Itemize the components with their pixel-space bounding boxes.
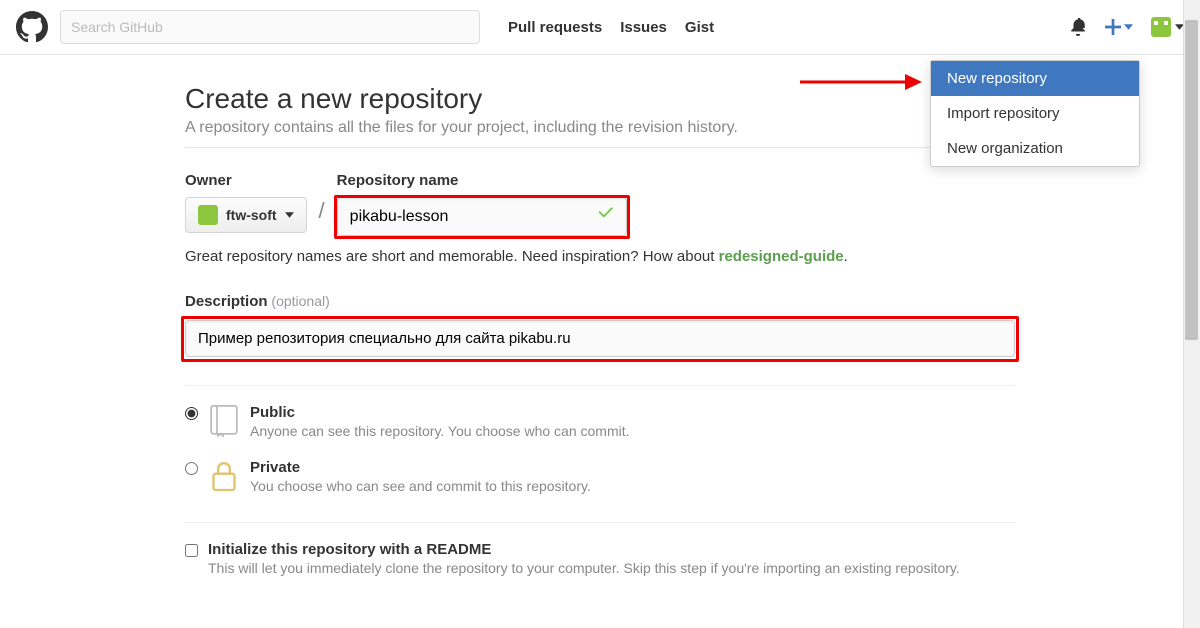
user-avatar-menu[interactable] [1151, 17, 1184, 37]
description-group: Description (optional) [185, 293, 1015, 357]
public-title: Public [250, 404, 630, 421]
page-subtitle: A repository contains all the files for … [185, 119, 1015, 137]
private-option[interactable]: Private You choose who can see and commi… [185, 459, 1015, 494]
owner-avatar-icon [198, 205, 218, 225]
repo-name-label: Repository name [337, 172, 627, 189]
annotation-arrow-icon [800, 72, 925, 92]
readme-desc: This will let you immediately clone the … [208, 560, 960, 576]
check-icon [597, 204, 615, 222]
nav-links: Pull requests Issues Gist [508, 19, 714, 36]
private-desc: You choose who can see and commit to thi… [250, 478, 591, 494]
search-input[interactable] [60, 10, 480, 44]
top-header: Pull requests Issues Gist [0, 0, 1200, 55]
private-radio[interactable] [185, 462, 198, 475]
scrollbar[interactable] [1183, 0, 1200, 628]
owner-select[interactable]: ftw-soft [185, 197, 307, 233]
create-new-dropdown: New repository Import repository New org… [930, 60, 1140, 167]
readme-checkbox[interactable] [185, 544, 198, 557]
main-content: Create a new repository A repository con… [185, 55, 1015, 576]
nav-pull-requests[interactable]: Pull requests [508, 19, 602, 36]
public-desc: Anyone can see this repository. You choo… [250, 423, 630, 439]
name-suggestion-link[interactable]: redesigned-guide [719, 248, 844, 265]
nav-issues[interactable]: Issues [620, 19, 667, 36]
caret-down-icon [285, 212, 294, 218]
notifications-icon[interactable] [1069, 18, 1087, 36]
public-option[interactable]: Public Anyone can see this repository. Y… [185, 404, 1015, 439]
owner-value: ftw-soft [226, 207, 277, 223]
repo-public-icon [210, 404, 238, 438]
plus-icon [1105, 19, 1121, 35]
readme-option[interactable]: Initialize this repository with a README… [185, 541, 1015, 576]
description-input[interactable] [185, 320, 1015, 357]
avatar-icon [1151, 17, 1171, 37]
repo-name-help: Great repository names are short and mem… [185, 248, 1015, 265]
lock-icon [210, 459, 238, 493]
repo-name-input[interactable] [337, 197, 627, 236]
dropdown-import-repository[interactable]: Import repository [931, 96, 1139, 131]
owner-repo-row: Owner ftw-soft / Repository name [185, 172, 1015, 236]
scroll-thumb[interactable] [1185, 20, 1198, 340]
private-title: Private [250, 459, 591, 476]
public-radio[interactable] [185, 407, 198, 420]
header-right [1069, 17, 1184, 37]
dropdown-new-organization[interactable]: New organization [931, 131, 1139, 166]
description-label: Description [185, 293, 268, 310]
caret-down-icon [1124, 24, 1133, 30]
slash-separator: / [319, 198, 325, 224]
readme-title: Initialize this repository with a README [208, 541, 960, 558]
github-logo-icon[interactable] [16, 11, 48, 43]
owner-label: Owner [185, 172, 307, 189]
optional-tag: (optional) [271, 293, 329, 309]
nav-gist[interactable]: Gist [685, 19, 714, 36]
create-new-menu[interactable] [1105, 19, 1133, 35]
dropdown-new-repository[interactable]: New repository [931, 61, 1139, 96]
